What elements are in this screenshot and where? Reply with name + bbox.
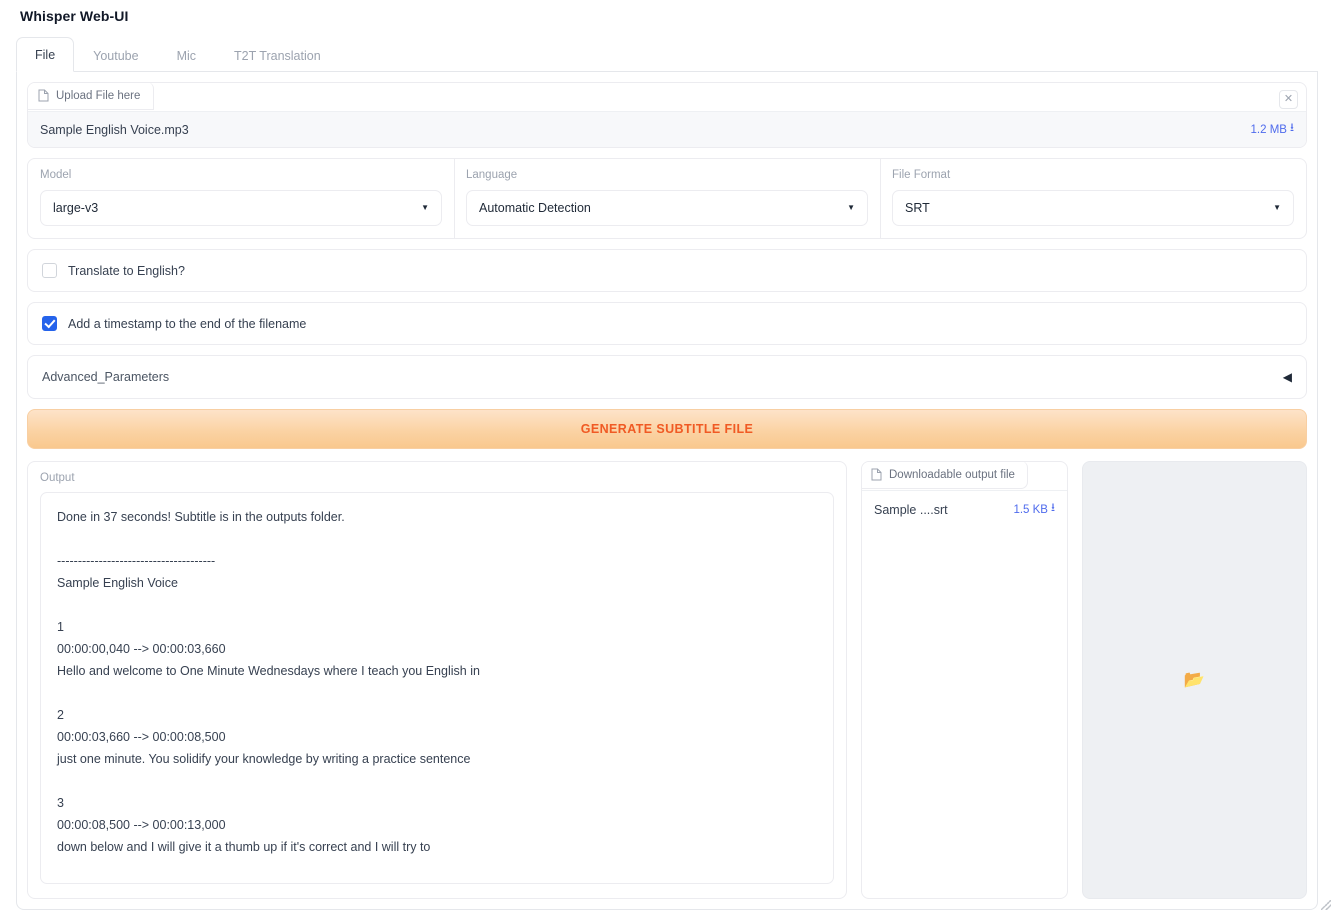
download-arrow-icon: ⭳ <box>1290 120 1294 139</box>
chevron-down-icon: ▼ <box>1273 204 1281 212</box>
translate-to-english-checkbox[interactable] <box>42 263 57 278</box>
tab-t2t-translation[interactable]: T2T Translation <box>215 38 340 72</box>
downloadable-output-file-label: Downloadable output file <box>889 469 1015 481</box>
uploaded-file-size: 1.2 MB <box>1251 124 1287 136</box>
translate-block: Translate to English? <box>27 249 1307 292</box>
results-area: Output Done in 37 seconds! Subtitle is i… <box>27 461 1307 899</box>
file-format-column: File Format SRT ▼ <box>880 159 1306 238</box>
file-upload-block: Upload File here ✕ Sample English Voice.… <box>27 82 1307 148</box>
tab-mic[interactable]: Mic <box>158 38 215 72</box>
output-label: Output <box>40 472 834 484</box>
language-select[interactable]: Automatic Detection ▼ <box>466 190 868 226</box>
close-icon[interactable]: ✕ <box>1279 90 1298 109</box>
output-textarea[interactable]: Done in 37 seconds! Subtitle is in the o… <box>40 492 834 884</box>
language-column: Language Automatic Detection ▼ <box>454 159 880 238</box>
downloadable-output-pane: Downloadable output file Sample ....srt … <box>861 461 1068 899</box>
translate-to-english-label: Translate to English? <box>68 264 185 278</box>
file-tab-panel: Upload File here ✕ Sample English Voice.… <box>16 72 1318 910</box>
uploaded-file-row: Sample English Voice.mp3 1.2 MB ⭳ <box>28 111 1306 147</box>
uploaded-file-download[interactable]: 1.2 MB ⭳ <box>1251 120 1294 139</box>
add-timestamp-label: Add a timestamp to the end of the filena… <box>68 317 306 331</box>
model-value: large-v3 <box>53 201 98 215</box>
translate-to-english-row[interactable]: Translate to English? <box>28 250 1306 291</box>
open-folder-pane[interactable]: 📂 <box>1082 461 1307 899</box>
file-format-label: File Format <box>892 169 1294 181</box>
chevron-left-icon: ◀ <box>1283 370 1292 384</box>
settings-block: Model large-v3 ▼ Language Automatic Dete… <box>27 158 1307 239</box>
output-file-row[interactable]: Sample ....srt 1.5 KB ⭳ <box>862 490 1067 528</box>
file-format-value: SRT <box>905 201 930 215</box>
add-timestamp-checkbox[interactable] <box>42 316 57 331</box>
upload-file-button[interactable]: Upload File here <box>27 82 154 110</box>
document-icon <box>871 468 882 481</box>
output-file-name: Sample ....srt <box>874 503 948 517</box>
downloadable-output-file-chip: Downloadable output file <box>861 461 1028 489</box>
uploaded-file-name: Sample English Voice.mp3 <box>40 123 189 137</box>
timestamp-block: Add a timestamp to the end of the filena… <box>27 302 1307 345</box>
open-folder-icon[interactable]: 📂 <box>1184 670 1205 690</box>
advanced-parameters-label: Advanced_Parameters <box>42 370 169 384</box>
advanced-parameters-block: Advanced_Parameters ◀ <box>27 355 1307 399</box>
model-column: Model large-v3 ▼ <box>28 159 454 238</box>
app-root: Whisper Web-UI File Youtube Mic T2T Tran… <box>0 0 1334 913</box>
add-timestamp-row[interactable]: Add a timestamp to the end of the filena… <box>28 303 1306 344</box>
advanced-parameters-accordion[interactable]: Advanced_Parameters ◀ <box>28 356 1306 398</box>
generate-subtitle-file-button[interactable]: GENERATE SUBTITLE FILE <box>27 409 1307 449</box>
page-title: Whisper Web-UI <box>8 0 1326 28</box>
chevron-down-icon: ▼ <box>847 204 855 212</box>
upload-file-label: Upload File here <box>56 90 140 102</box>
tab-bar: File Youtube Mic T2T Translation <box>16 36 1318 72</box>
tab-file[interactable]: File <box>16 37 74 72</box>
language-value: Automatic Detection <box>479 201 591 215</box>
tab-youtube[interactable]: Youtube <box>74 38 157 72</box>
model-label: Model <box>40 169 442 181</box>
document-icon <box>38 89 49 102</box>
output-file-size: 1.5 KB <box>1013 504 1048 516</box>
download-arrow-icon: ⭳ <box>1051 500 1055 519</box>
output-pane: Output Done in 37 seconds! Subtitle is i… <box>27 461 847 899</box>
textarea-resize-handle[interactable] <box>1321 900 1331 910</box>
output-file-download[interactable]: 1.5 KB ⭳ <box>1013 500 1055 519</box>
file-format-select[interactable]: SRT ▼ <box>892 190 1294 226</box>
language-label: Language <box>466 169 868 181</box>
model-select[interactable]: large-v3 ▼ <box>40 190 442 226</box>
chevron-down-icon: ▼ <box>421 204 429 212</box>
